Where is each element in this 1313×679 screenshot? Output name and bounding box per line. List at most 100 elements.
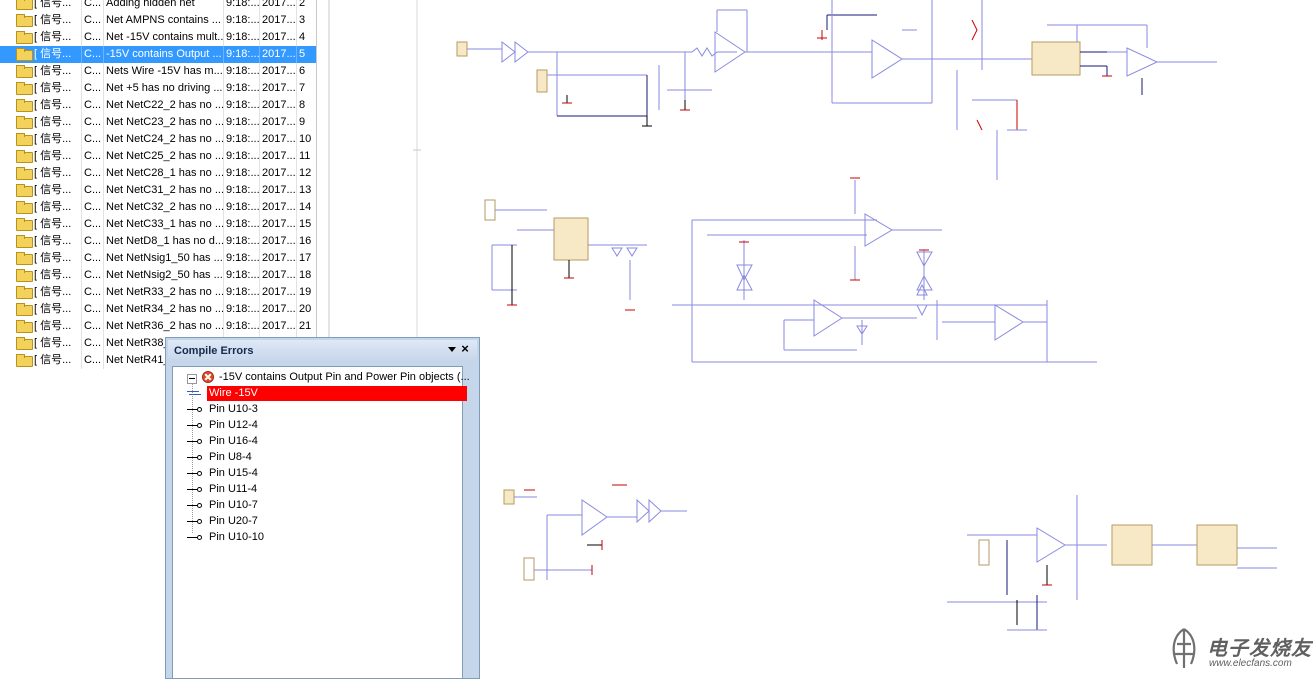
message-row[interactable]: [ 信号... C... Net NetNsig1_50 has ... 9:18:.… [0, 250, 316, 267]
message-number: 4 [296, 29, 316, 46]
folder-icon [15, 250, 33, 267]
watermark-title: 电子发烧友 [1207, 638, 1312, 660]
tree-item-pin[interactable]: Pin U10-10 [187, 530, 467, 545]
message-row[interactable]: [ 信号... C... Net NetC28_1 has no ... 9:18:.… [0, 165, 316, 182]
message-text: Net NetC32_2 has no ... [103, 199, 223, 216]
message-source: [ 信号... [34, 218, 72, 230]
message-text: Net NetC31_2 has no ... [103, 182, 223, 199]
tree-item-label: Pin U15-4 [209, 467, 258, 479]
folder-icon [15, 131, 33, 148]
message-date: 2017... [259, 12, 296, 29]
message-source: [ 信号... [34, 14, 72, 26]
message-row[interactable]: [ 信号... C... Net NetD8_1 has no d... 9:18:.… [0, 233, 316, 250]
message-text: Nets Wire -15V has m... [103, 63, 223, 80]
pin-icon [187, 455, 202, 460]
message-date: 2017... [259, 267, 296, 284]
message-time: 9:18:... [223, 63, 259, 80]
message-text: Net NetNsig2_50 has ... [103, 267, 223, 284]
message-text: Net NetC23_2 has no ... [103, 114, 223, 131]
message-date: 2017... [259, 46, 296, 63]
compile-errors-panel: Compile Errors × -15V contains Output Pi… [165, 337, 480, 679]
message-date: 2017... [259, 199, 296, 216]
message-row[interactable]: [ 信号... C... Net +5 has no driving ... 9:18… [0, 80, 316, 97]
message-document: C... [81, 284, 103, 301]
message-row[interactable]: [ 信号... C... Net NetC23_2 has no ... 9:18:.… [0, 114, 316, 131]
pin-icon [187, 519, 202, 524]
message-text: Net +5 has no driving ... [103, 80, 223, 97]
message-number: 19 [296, 284, 316, 301]
tree-item-wire[interactable]: Wire -15V [187, 386, 467, 401]
message-row[interactable]: [ 信号... C... Nets Wire -15V has m... 9:18:.… [0, 63, 316, 80]
message-row[interactable]: [ 信号... C... Net NetR34_2 has no ... 9:18:.… [0, 301, 316, 318]
folder-icon [15, 301, 33, 318]
folder-icon [15, 216, 33, 233]
message-row[interactable]: [ 信号... C... Adding hidden net 9:18:... 2017… [0, 0, 316, 12]
folder-icon [15, 0, 33, 12]
message-date: 2017... [259, 63, 296, 80]
message-row[interactable]: [ 信号... C... Net NetC31_2 has no ... 9:18:.… [0, 182, 316, 199]
panel-menu-dropdown-icon[interactable] [447, 344, 457, 354]
message-time: 9:18:... [223, 233, 259, 250]
tree-item-pin[interactable]: Pin U10-3 [187, 402, 467, 417]
message-document: C... [81, 199, 103, 216]
compile-errors-title: Compile Errors [168, 340, 477, 362]
message-source: [ 信号... [34, 82, 72, 94]
message-document: C... [81, 80, 103, 97]
message-row[interactable]: [ 信号... C... Net -15V contains mult... 9:18… [0, 29, 316, 46]
message-text: Net NetR33_2 has no ... [103, 284, 223, 301]
message-source: [ 信号... [34, 133, 72, 145]
folder-icon [15, 46, 33, 63]
message-number: 10 [296, 131, 316, 148]
message-row[interactable]: [ 信号... C... Net NetC32_2 has no ... 9:18:.… [0, 199, 316, 216]
message-time: 9:18:... [223, 199, 259, 216]
message-time: 9:18:... [223, 301, 259, 318]
tree-item-pin[interactable]: Pin U16-4 [187, 434, 467, 449]
message-number: 17 [296, 250, 316, 267]
message-time: 9:18:... [223, 97, 259, 114]
tree-item-label: Pin U16-4 [209, 435, 258, 447]
message-row[interactable]: [ 信号... C... Net NetR36_2 has no ... 9:18:.… [0, 318, 316, 335]
folder-icon [15, 318, 33, 335]
message-row[interactable]: [ 信号... C... Net AMPNS contains ... 9:18:..… [0, 12, 316, 29]
tree-item-pin[interactable]: Pin U11-4 [187, 482, 467, 497]
pin-icon [187, 503, 202, 508]
message-date: 2017... [259, 284, 296, 301]
message-date: 2017... [259, 148, 296, 165]
message-row[interactable]: [ 信号... C... -15V contains Output ... 9:18:… [0, 46, 316, 63]
tree-item-label: Pin U10-7 [209, 499, 258, 511]
panel-close-button[interactable]: × [458, 340, 472, 358]
tree-item-pin[interactable]: Pin U8-4 [187, 450, 467, 465]
pin-icon [187, 471, 202, 476]
pin-icon [187, 487, 202, 492]
message-row[interactable]: [ 信号... C... Net NetC25_2 has no ... 9:18:.… [0, 148, 316, 165]
folder-icon [15, 182, 33, 199]
folder-icon [15, 165, 33, 182]
message-number: 13 [296, 182, 316, 199]
message-row[interactable]: [ 信号... C... Net NetC33_1 has no ... 9:18:.… [0, 216, 316, 233]
message-source: [ 信号... [34, 150, 72, 162]
message-source: [ 信号... [34, 0, 72, 9]
tree-item-pin[interactable]: Pin U10-7 [187, 498, 467, 513]
message-number: 15 [296, 216, 316, 233]
message-date: 2017... [259, 233, 296, 250]
message-text: Adding hidden net [103, 0, 223, 12]
tree-item-label: Pin U12-4 [209, 419, 258, 431]
message-time: 9:18:... [223, 165, 259, 182]
tree-item-pin[interactable]: Pin U20-7 [187, 514, 467, 529]
message-text: Net NetC22_2 has no ... [103, 97, 223, 114]
message-document: C... [81, 318, 103, 335]
tree-item-pin[interactable]: Pin U12-4 [187, 418, 467, 433]
tree-item-pin[interactable]: Pin U15-4 [187, 466, 467, 481]
message-date: 2017... [259, 131, 296, 148]
message-source: [ 信号... [34, 320, 72, 332]
message-number: 9 [296, 114, 316, 131]
message-source: [ 信号... [34, 252, 72, 264]
message-number: 18 [296, 267, 316, 284]
message-date: 2017... [259, 216, 296, 233]
message-date: 2017... [259, 80, 296, 97]
message-row[interactable]: [ 信号... C... Net NetNsig2_50 has ... 9:18:.… [0, 267, 316, 284]
message-row[interactable]: [ 信号... C... Net NetR33_2 has no ... 9:18:.… [0, 284, 316, 301]
message-row[interactable]: [ 信号... C... Net NetC22_2 has no ... 9:18:.… [0, 97, 316, 114]
message-document: C... [81, 267, 103, 284]
message-row[interactable]: [ 信号... C... Net NetC24_2 has no ... 9:18:.… [0, 131, 316, 148]
